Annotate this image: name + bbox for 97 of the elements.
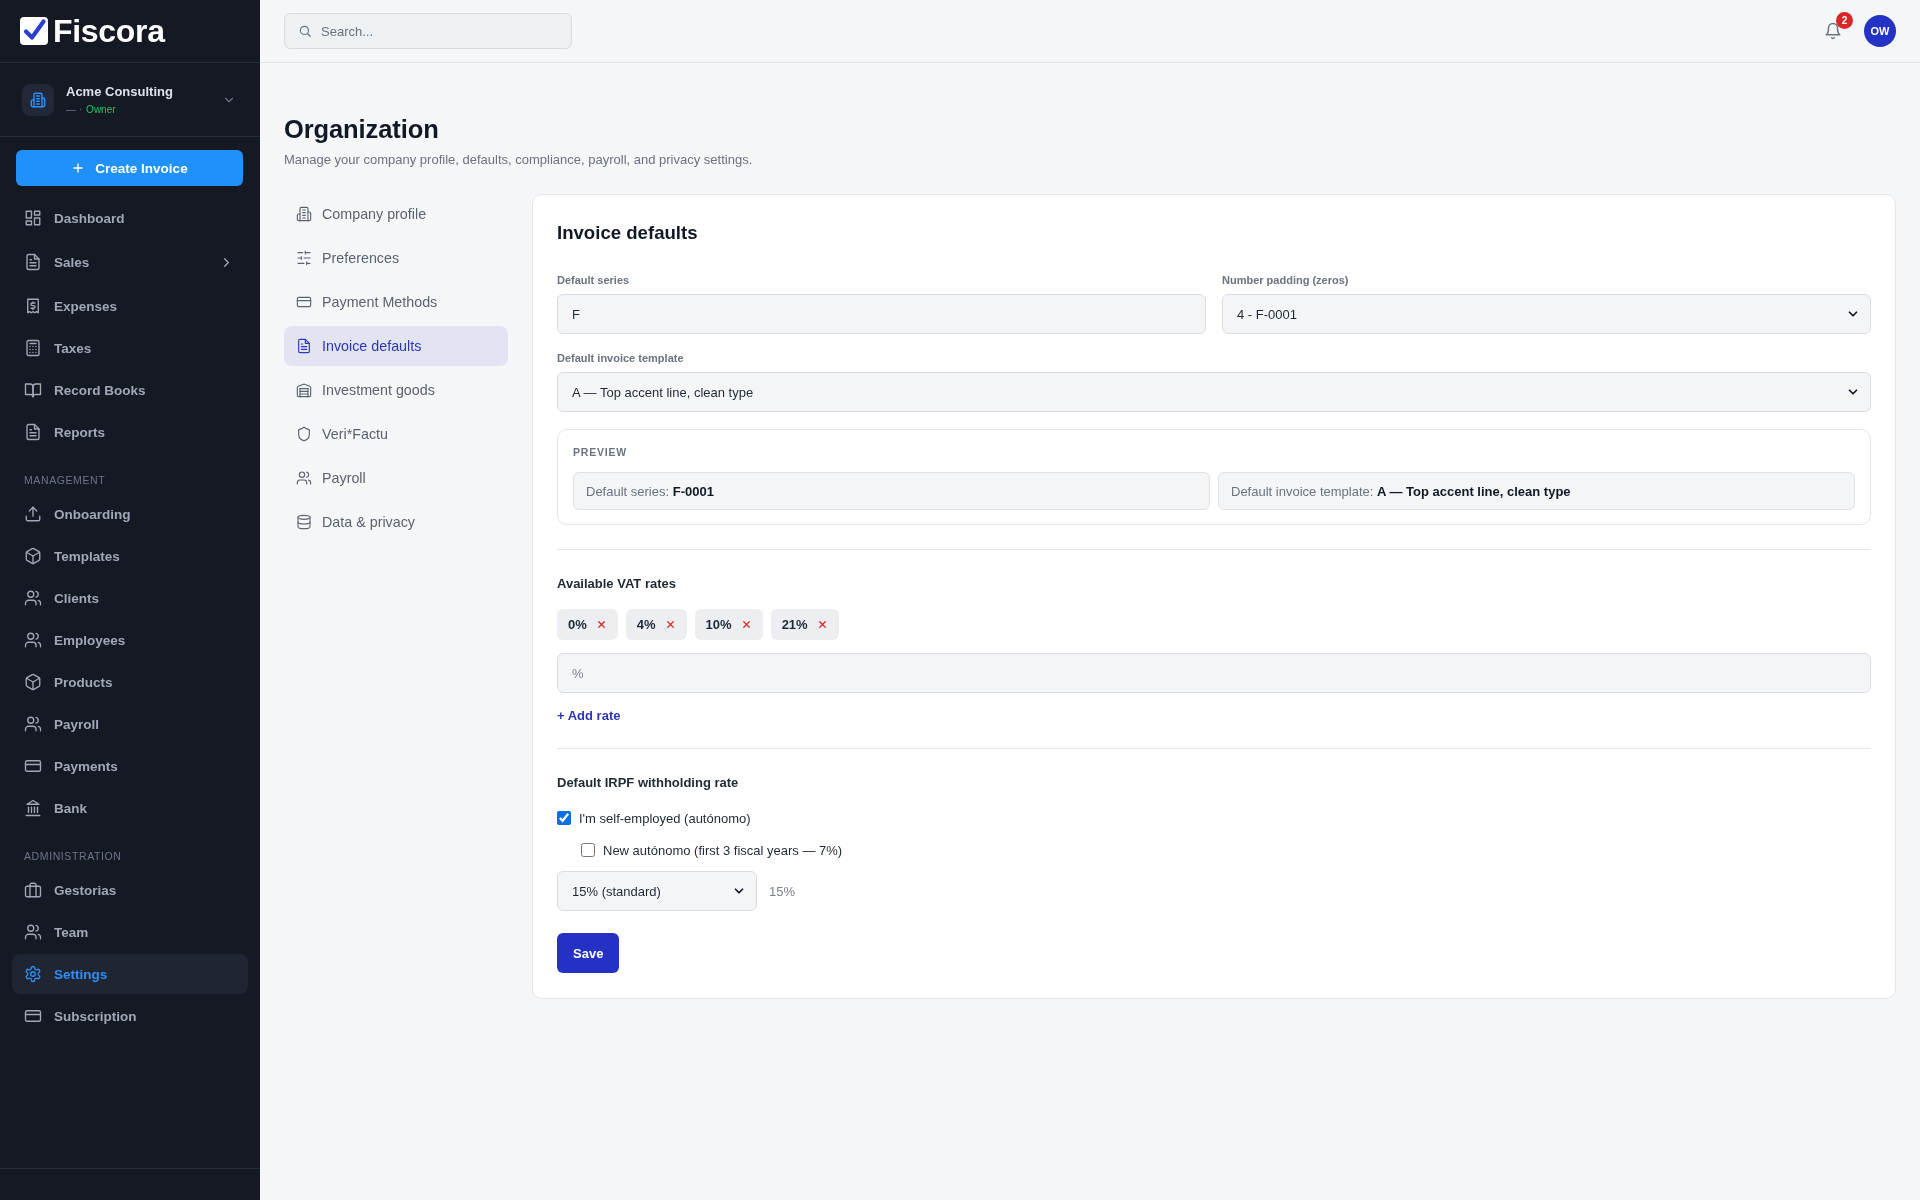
users-icon [24,923,42,941]
close-icon[interactable] [595,619,607,630]
receipt-icon [24,297,42,315]
nav-item[interactable]: Team [12,912,248,952]
vat-rate-label: 4% [636,617,656,632]
users-icon [24,589,42,607]
section-title: Default IRPF withholding rate [557,775,740,791]
select-field[interactable]: 15% (standard) [557,871,757,911]
calculator-icon [24,339,42,357]
nav-item[interactable]: Record Books [12,370,248,410]
settings-nav-item[interactable]: Data & privacy [284,502,508,542]
settings-nav-item[interactable]: Company profile [284,194,508,234]
upload-icon [24,505,42,523]
building-icon[interactable] [22,83,54,116]
credit-card-icon [24,1007,42,1025]
user-avatar[interactable]: OW [1864,15,1896,47]
page-title: Organization [284,114,440,144]
logo-text: Fiscora [53,13,165,49]
nav-item[interactable]: Onboarding [12,494,248,534]
credit-card-icon [24,757,42,775]
nav-item[interactable]: Products [12,662,248,702]
close-icon[interactable] [664,619,676,630]
settings-icon [24,965,42,983]
search-icon [298,24,312,38]
document-icon [24,253,42,271]
select-field[interactable]: A — Top accent line, clean type [557,372,1871,412]
settings-nav-item[interactable]: Investment goods [284,370,508,410]
close-icon[interactable] [816,619,828,630]
settings-nav-item[interactable]: Veri*Factu [284,414,508,454]
checkbox-label: New autónomo (first 3 fiscal years — 7%) [603,842,843,858]
preview-field: Default invoice template: A — Top accent line, clean type [1218,472,1855,510]
warehouse-icon [296,382,312,398]
settings-nav-item[interactable]: Payroll [284,458,508,498]
vat-rate-label: 0% [568,617,587,632]
preview-heading: PREVIEW [573,445,629,459]
nav-item[interactable]: Subscription [12,996,248,1036]
nav-item[interactable]: Dashboard [12,198,248,238]
building-icon [296,206,312,222]
field-label: Number padding (zeros) [1222,273,1350,287]
book-icon [24,381,42,399]
card-title: Invoice defaults [557,221,699,245]
vat-rate-label: 21% [781,617,808,632]
nav-item[interactable]: Employees [12,620,248,660]
nav-item[interactable]: Payments [12,746,248,786]
settings-nav-item[interactable]: Invoice defaults [284,326,508,366]
nav-item[interactable]: Taxes [12,328,248,368]
nav-item[interactable]: Clients [12,578,248,618]
shield-icon [296,426,312,442]
role-label: Owner [86,102,116,116]
preview-field: Default series: F-0001 [573,472,1210,510]
settings-nav-item[interactable]: Preferences [284,238,508,278]
grid-icon [24,209,42,227]
section-heading: ADMINISTRATION [24,850,123,862]
section-title: Available VAT rates [557,576,677,592]
document-icon [296,338,312,354]
checkbox[interactable] [557,811,571,825]
users-icon [296,470,312,486]
cube-icon [24,547,42,565]
nav-item[interactable]: Gestorias [12,870,248,910]
text-input[interactable]: F [557,294,1206,334]
database-icon [296,514,312,530]
nav-item[interactable]: Reports [12,412,248,452]
checkbox[interactable] [581,843,595,857]
vat-rate-label: 10% [705,617,732,632]
vat-rate-input[interactable]: % [557,653,1871,693]
users-icon [24,631,42,649]
nav-item[interactable]: Settings [12,954,248,994]
nav-item[interactable]: Sales [12,240,248,284]
document-icon [24,423,42,441]
credit-card-icon [296,294,312,310]
page-subtitle: Manage your company profile, defaults, compliance, payroll, and privacy settings. [284,152,754,168]
settings-nav-item[interactable]: Payment Methods [284,282,508,322]
field-label: Default invoice template [557,351,685,365]
nav-item[interactable]: Templates [12,536,248,576]
bell-icon[interactable] [1824,22,1842,40]
nav-item[interactable]: Payroll [12,704,248,744]
section-heading: MANAGEMENT [24,474,107,486]
cube-icon [24,673,42,691]
close-icon[interactable] [740,619,752,630]
briefcase-icon [24,881,42,899]
organization-name[interactable]: Acme Consulting [66,83,222,100]
nav-item[interactable]: Expenses [12,286,248,326]
sliders-icon [296,250,312,266]
field-label: Default series [557,273,631,287]
organization-detail: — · [66,102,83,116]
plus-icon [71,161,86,175]
rate-readout: 15% [769,883,796,899]
notification-badge: 2 [1836,12,1853,29]
add-rate-link[interactable]: + Add rate [557,708,621,724]
select-field[interactable]: 4 - F-0001 [1222,294,1871,334]
nav-item[interactable]: Bank [12,788,248,828]
save-button[interactable]: Save [557,933,620,973]
users-icon [24,715,42,733]
bank-icon [24,799,42,817]
checkbox-label: I'm self-employed (autónomo) [579,810,751,826]
check-logo-icon [20,17,48,45]
search-field[interactable]: Search... [284,13,572,49]
